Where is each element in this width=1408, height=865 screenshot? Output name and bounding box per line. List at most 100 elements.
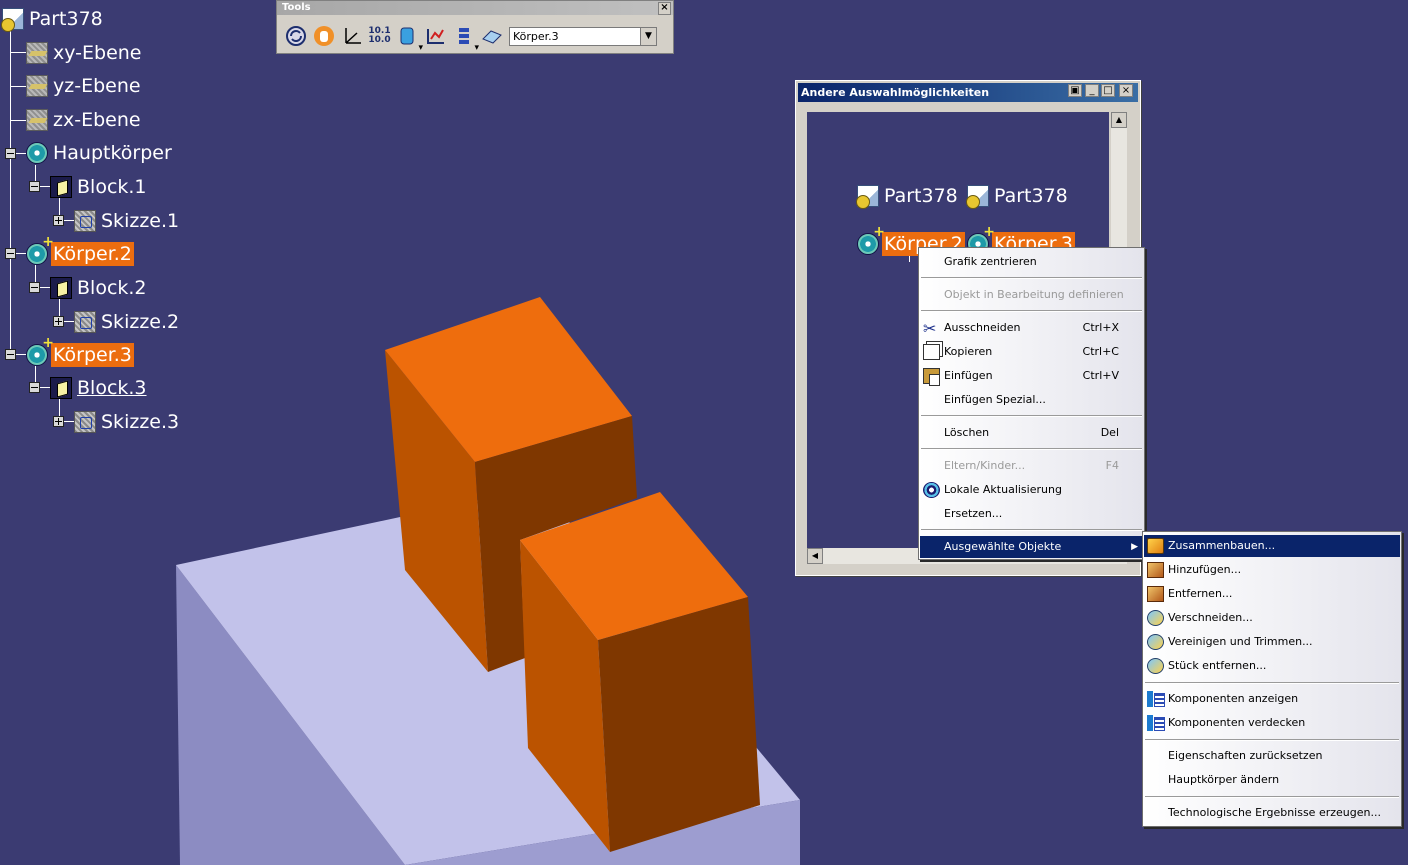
tree-label: yz-Ebene (53, 75, 141, 97)
tree-node-koerper2[interactable]: Körper.2 (26, 234, 134, 269)
expand-skizze2-toggle[interactable] (53, 316, 64, 327)
menu-item-technologische-ergebnisse[interactable]: Technologische Ergebnisse erzeugen... (1144, 802, 1400, 824)
menu-item-shortcut: Ctrl+C (1082, 345, 1119, 358)
graph-node-part-left[interactable]: Part378 (856, 184, 960, 209)
tree-label: Block.1 (77, 176, 147, 198)
menu-item-hauptkoerper-aendern[interactable]: Hauptkörper ändern (1144, 769, 1400, 791)
plane-icon[interactable] (479, 24, 504, 49)
expand-skizze3-toggle[interactable] (53, 416, 64, 427)
current-body-select[interactable]: Körper.3 ▼ (509, 26, 657, 46)
tree-label-selected: Körper.3 (51, 343, 134, 367)
union-trim-icon (1147, 634, 1164, 650)
tree-node-yz-plane[interactable]: yz-Ebene (26, 71, 143, 101)
body-icon (26, 142, 48, 164)
menu-item-label: Technologische Ergebnisse erzeugen... (1168, 806, 1381, 819)
graph-node-part-right[interactable]: Part378 (966, 184, 1070, 209)
menu-item-loeschen[interactable]: Löschen Del (920, 422, 1143, 444)
collapse-koerper3-toggle[interactable] (5, 349, 16, 360)
close-icon[interactable]: × (658, 2, 671, 15)
plane-icon (26, 109, 48, 131)
tree-node-block2[interactable]: Block.2 (50, 273, 149, 303)
menu-item-label: Vereinigen und Trimmen... (1168, 635, 1313, 648)
menu-item-label: Lokale Aktualisierung (944, 483, 1062, 496)
maximize-icon[interactable]: □ (1101, 84, 1115, 97)
collapse-block3-toggle[interactable] (29, 382, 40, 393)
minimize-icon[interactable]: _ (1085, 84, 1099, 97)
menu-item-vereinigen-trimmen[interactable]: Vereinigen und Trimmen... (1144, 631, 1400, 653)
body-insert-icon[interactable] (395, 24, 423, 53)
print-icon[interactable]: ▣ (1068, 84, 1082, 97)
current-body-value: Körper.3 (513, 29, 559, 43)
menu-item-ersetzen[interactable]: Ersetzen... (920, 503, 1143, 525)
paste-icon (923, 368, 940, 386)
menu-item-lokale-aktualisierung[interactable]: Lokale Aktualisierung (920, 479, 1143, 501)
menu-item-ausschneiden[interactable]: Ausschneiden Ctrl+X (920, 317, 1143, 339)
chevron-down-icon[interactable]: ▼ (640, 27, 656, 45)
tree-node-part378[interactable]: Part378 (1, 4, 105, 34)
tree-label: Part378 (29, 8, 103, 30)
hand-icon[interactable] (311, 24, 336, 49)
toolbar-title: Tools (282, 2, 311, 13)
assemble-icon (1147, 538, 1164, 554)
plane-icon (26, 75, 48, 97)
menu-item-komponenten-anzeigen[interactable]: Komponenten anzeigen (1144, 688, 1400, 710)
menu-item-label: Objekt in Bearbeitung definieren (944, 288, 1124, 301)
tree-node-block3[interactable]: Block.3 (50, 373, 149, 403)
menu-item-zusammenbauen[interactable]: Zusammenbauen... (1144, 535, 1400, 557)
menu-item-ausgewaehlte-objekte[interactable]: Ausgewählte Objekte ▶ (920, 536, 1143, 558)
menu-item-stueck-entfernen[interactable]: Stück entfernen... (1144, 655, 1400, 677)
menu-item-label: Hinzufügen... (1168, 563, 1242, 576)
analysis-icon[interactable] (423, 24, 448, 49)
plane-icon (26, 42, 48, 64)
menu-item-shortcut: Ctrl+V (1082, 369, 1119, 382)
part-icon (1, 8, 24, 32)
menu-item-label: Ersetzen... (944, 507, 1003, 520)
menu-item-eltern-kinder: Eltern/Kinder... F4 (920, 455, 1143, 477)
menu-item-hinzufuegen[interactable]: Hinzufügen... (1144, 559, 1400, 581)
update-icon[interactable] (283, 24, 308, 49)
expand-skizze1-toggle[interactable] (53, 215, 64, 226)
tree-node-block1[interactable]: Block.1 (50, 172, 149, 202)
list-icon[interactable] (451, 24, 479, 53)
tree-node-hauptkoerper[interactable]: Hauptkörper (26, 138, 174, 168)
collapse-block1-toggle[interactable] (29, 181, 40, 192)
tree-node-skizze3[interactable]: Skizze.3 (74, 407, 181, 437)
tree-label: Hauptkörper (53, 142, 172, 164)
menu-item-eigenschaften-zuruecksetzen[interactable]: Eigenschaften zurücksetzen (1144, 745, 1400, 767)
tree-label-selected: Körper.2 (51, 242, 134, 266)
scroll-up-icon[interactable]: ▲ (1111, 112, 1127, 128)
selected-objects-submenu: Zusammenbauen... Hinzufügen... Entfernen… (1142, 531, 1402, 827)
show-components-icon (1147, 691, 1165, 707)
menu-item-label: Zusammenbauen... (1168, 539, 1276, 552)
tree-label: Skizze.2 (101, 311, 180, 333)
menu-item-label: Verschneiden... (1168, 611, 1253, 624)
scroll-left-icon[interactable]: ◀ (807, 548, 823, 564)
menu-item-einfuegen-spezial[interactable]: Einfügen Spezial... (920, 389, 1143, 411)
body-insert-icon (857, 224, 885, 255)
close-icon[interactable]: × (1119, 84, 1133, 97)
tree-node-skizze1[interactable]: Skizze.1 (74, 206, 181, 236)
tree-node-koerper3[interactable]: Körper.3 (26, 335, 134, 370)
tree-node-skizze2[interactable]: Skizze.2 (74, 307, 181, 337)
menu-item-shortcut: Del (1100, 426, 1119, 439)
menu-item-einfuegen[interactable]: Einfügen Ctrl+V (920, 365, 1143, 387)
tree-node-zx-plane[interactable]: zx-Ebene (26, 105, 143, 135)
tree-label: xy-Ebene (53, 42, 142, 64)
pad-icon (50, 176, 72, 198)
axis-system-icon[interactable] (339, 24, 364, 49)
collapse-koerper2-toggle[interactable] (5, 248, 16, 259)
menu-item-label: Komponenten anzeigen (1168, 692, 1299, 705)
numeric-display-icon[interactable]: 10.1 10.0 (367, 24, 392, 49)
menu-item-komponenten-verdecken[interactable]: Komponenten verdecken (1144, 712, 1400, 734)
collapse-block2-toggle[interactable] (29, 282, 40, 293)
menu-item-kopieren[interactable]: Kopieren Ctrl+C (920, 341, 1143, 363)
tree-label: zx-Ebene (53, 109, 141, 131)
tree-node-xy-plane[interactable]: xy-Ebene (26, 38, 144, 68)
menu-item-entfernen[interactable]: Entfernen... (1144, 583, 1400, 605)
collapse-hauptkoerper-toggle[interactable] (5, 148, 16, 159)
toolbar-title-bar[interactable]: Tools × (277, 1, 673, 15)
part-icon (966, 185, 989, 209)
menu-item-verschneiden[interactable]: Verschneiden... (1144, 607, 1400, 629)
hide-components-icon (1147, 715, 1165, 731)
menu-item-grafik-zentrieren[interactable]: Grafik zentrieren (920, 251, 1143, 273)
